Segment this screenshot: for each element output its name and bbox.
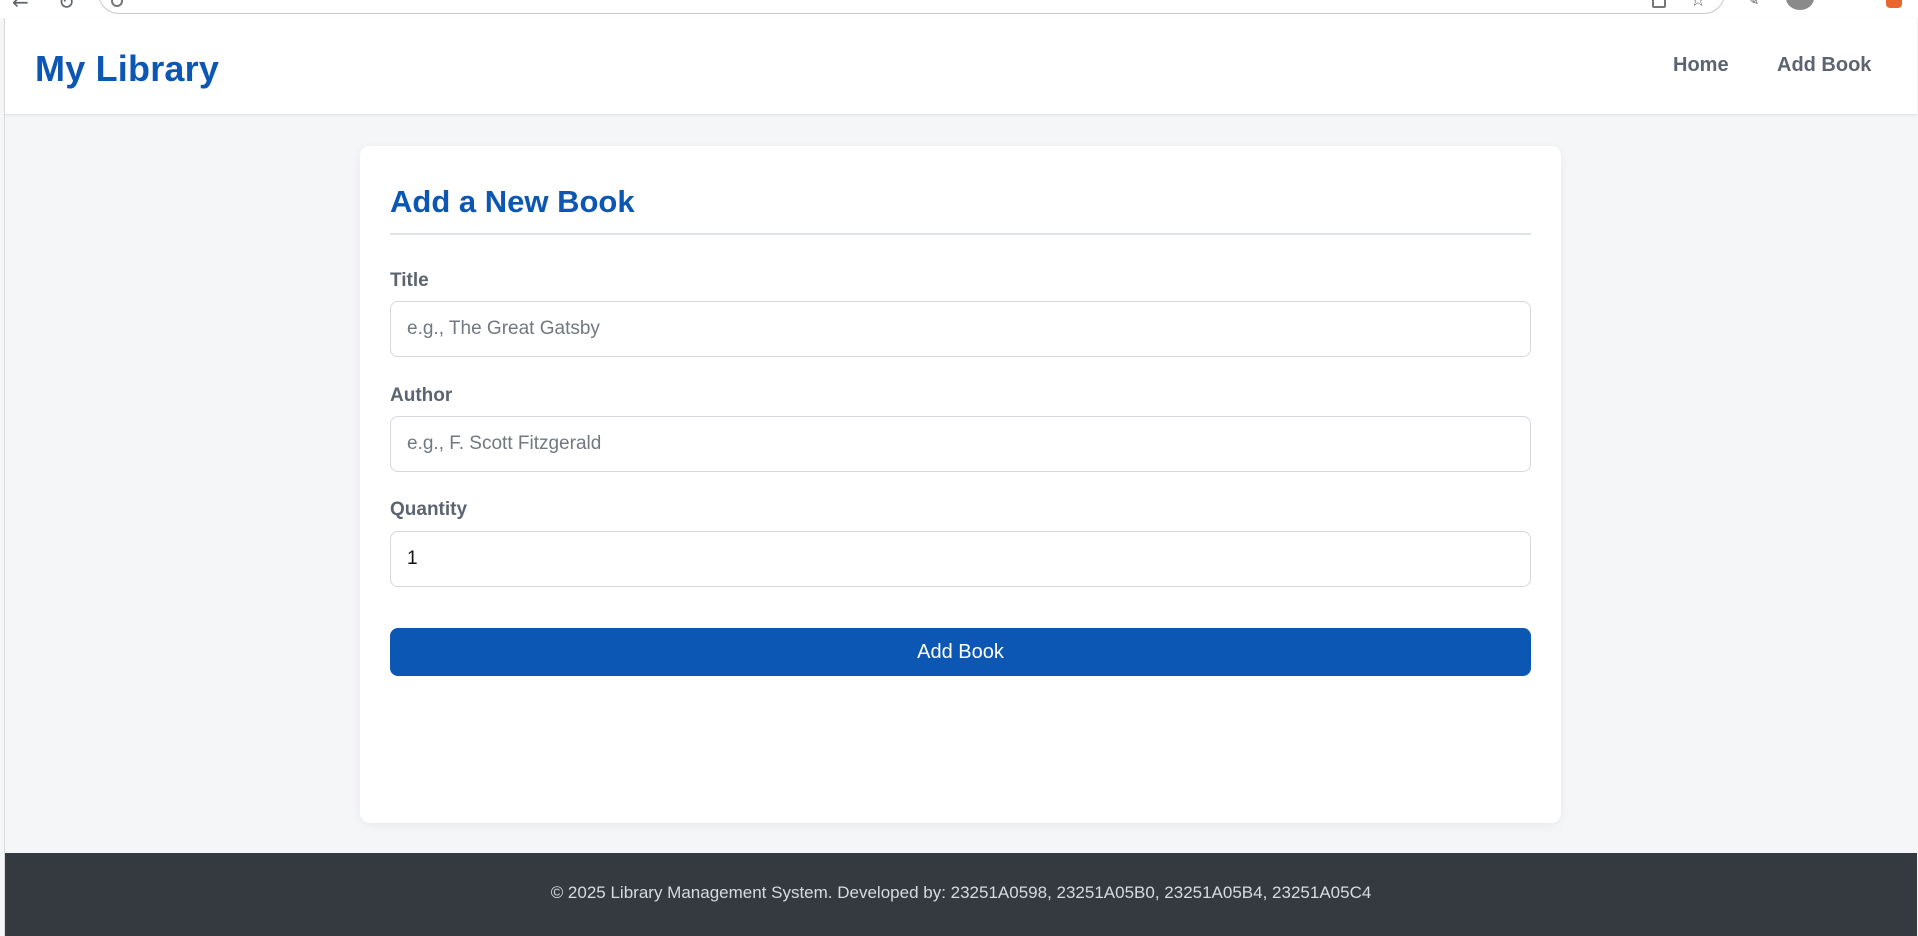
- site-info-icon[interactable]: [111, 0, 123, 7]
- add-book-card: Add a New Book Title Author Quantity Add…: [360, 146, 1561, 823]
- heading-divider: [390, 233, 1531, 235]
- form-heading: Add a New Book: [390, 184, 635, 219]
- back-arrow-icon[interactable]: ←: [12, 0, 29, 14]
- extension-badge-icon[interactable]: [1886, 0, 1902, 8]
- browser-toolbar: ← ↻ ☆ ✎: [0, 0, 1918, 18]
- reload-icon[interactable]: ↻: [58, 0, 75, 14]
- footer: © 2025 Library Management System. Develo…: [5, 853, 1917, 936]
- title-input[interactable]: [390, 301, 1531, 357]
- nav-link-home[interactable]: Home: [1673, 54, 1729, 77]
- address-bar[interactable]: [98, 0, 1725, 14]
- tab-icon[interactable]: [1652, 0, 1666, 8]
- extensions-icon[interactable]: ✎: [1746, 0, 1759, 9]
- footer-copyright: © 2025 Library Management System. Develo…: [550, 883, 1372, 902]
- author-input[interactable]: [390, 416, 1531, 472]
- add-book-button[interactable]: Add Book: [390, 628, 1531, 676]
- site-brand[interactable]: My Library: [35, 48, 219, 90]
- profile-avatar-icon[interactable]: [1786, 0, 1814, 10]
- author-label: Author: [390, 385, 453, 406]
- navbar: My Library Home Add Book: [5, 18, 1917, 115]
- bookmark-star-icon[interactable]: ☆: [1690, 0, 1706, 11]
- page: My Library Home Add Book Add a New Book …: [4, 18, 1917, 936]
- quantity-label: Quantity: [390, 499, 468, 520]
- quantity-input[interactable]: [390, 531, 1531, 587]
- title-label: Title: [390, 270, 429, 291]
- nav-link-add-book[interactable]: Add Book: [1777, 54, 1871, 77]
